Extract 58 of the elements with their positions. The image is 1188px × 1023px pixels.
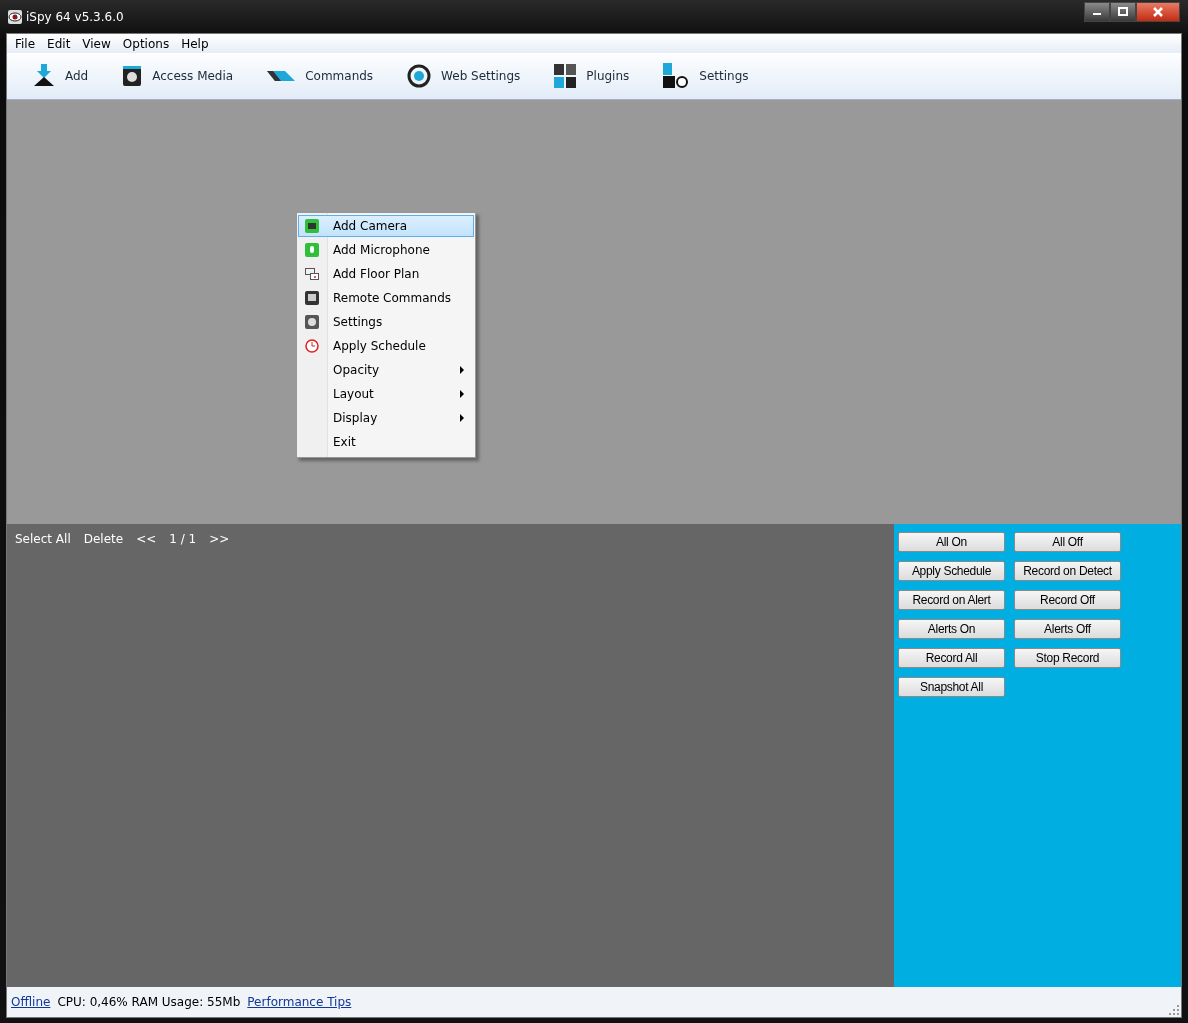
menu-item[interactable]: Settings (298, 311, 474, 333)
menu-item[interactable]: Help (175, 36, 215, 51)
list-link[interactable]: Delete (83, 532, 124, 546)
download-icon (33, 64, 55, 88)
window-title: iSpy 64 v5.3.6.0 (26, 10, 124, 24)
menu-item[interactable]: Layout (298, 383, 474, 405)
maximize-button[interactable] (1110, 2, 1136, 22)
submenu-arrow-icon (460, 414, 464, 422)
menu-item[interactable]: Remote Commands (298, 287, 474, 309)
control-button[interactable]: Record All (898, 648, 1005, 668)
submenu-arrow-icon (460, 366, 464, 374)
floor-plan-icon (305, 268, 319, 280)
menu-item[interactable]: Apply Schedule (298, 335, 474, 357)
control-button[interactable]: Stop Record (1014, 648, 1121, 668)
minimize-button[interactable] (1084, 2, 1110, 22)
status-link[interactable]: Offline (11, 995, 51, 1009)
control-button[interactable]: All On (898, 532, 1005, 552)
control-button[interactable]: Alerts On (898, 619, 1005, 639)
clock-icon (305, 339, 319, 353)
menu-item[interactable]: Exit (298, 431, 474, 453)
eye-icon (8, 10, 22, 24)
control-button[interactable]: Snapshot All (898, 677, 1005, 697)
menu-item[interactable]: Edit (41, 36, 77, 51)
close-icon (1152, 7, 1164, 17)
camera-icon (305, 219, 319, 233)
control-button[interactable]: Record on Alert (898, 590, 1005, 610)
control-button[interactable]: Record Off (1014, 590, 1121, 610)
list-link[interactable]: >> (209, 532, 230, 546)
toolbar-button[interactable]: Access Media (122, 65, 234, 87)
resize-grip-icon (1169, 1005, 1179, 1015)
submenu-arrow-icon (460, 390, 464, 398)
menu-item[interactable]: Options (116, 36, 176, 51)
menu-item[interactable]: Add Camera (298, 215, 474, 237)
close-button[interactable] (1136, 2, 1180, 22)
remote-icon (305, 291, 319, 305)
toolbar-button[interactable]: Settings (663, 63, 749, 89)
toolbar-button[interactable]: Add (33, 64, 89, 88)
toolbar-button[interactable]: Commands (267, 69, 374, 83)
menu-item[interactable]: Add Floor Plan (298, 263, 474, 285)
microphone-icon (305, 243, 319, 257)
toolbar-button[interactable]: Web Settings (407, 64, 521, 88)
maximize-icon (1118, 7, 1128, 17)
menu-item[interactable]: View (76, 36, 117, 51)
usage-text: CPU: 0,46% RAM Usage: 55Mb (57, 995, 241, 1009)
menu-item[interactable]: Add Microphone (298, 239, 474, 261)
control-button[interactable]: Apply Schedule (898, 561, 1005, 581)
toolbar-button[interactable]: Plugins (554, 64, 630, 88)
control-button[interactable]: Record on Detect (1014, 561, 1121, 581)
menu-item[interactable]: Display (298, 407, 474, 429)
media-icon (122, 65, 143, 87)
list-link[interactable]: << (136, 532, 157, 546)
menu-item[interactable]: File (9, 36, 42, 51)
menu-item[interactable]: Opacity (298, 359, 474, 381)
page-indicator: 1 / 1 (169, 532, 197, 546)
control-button[interactable]: Alerts Off (1014, 619, 1121, 639)
control-button[interactable]: All Off (1014, 532, 1121, 552)
tips-link[interactable]: Performance Tips (247, 995, 352, 1009)
list-link[interactable]: Select All (15, 532, 71, 546)
